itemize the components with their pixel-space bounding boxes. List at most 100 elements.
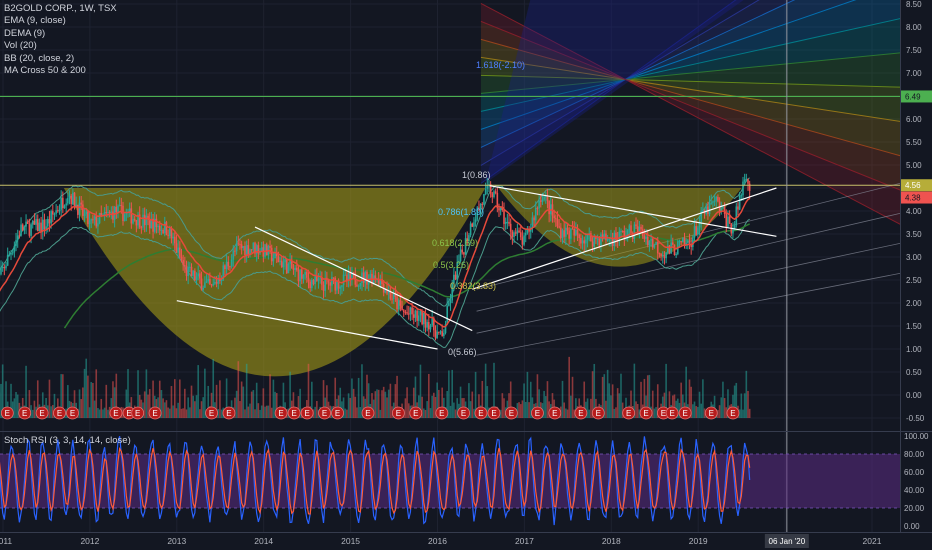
candle-body (35, 219, 37, 225)
candle-body (441, 331, 443, 337)
volume-bar (202, 397, 205, 418)
earnings-letter: E (535, 409, 540, 418)
price-tag-label: 4.38 (905, 194, 921, 203)
candle-body (493, 191, 495, 198)
candle-body (454, 274, 457, 280)
earnings-letter: E (278, 409, 283, 418)
volume-bar (182, 408, 184, 418)
volume-bar (48, 379, 51, 418)
legend-vol[interactable]: Vol (20) (4, 40, 117, 52)
earnings-letter: E (209, 409, 214, 418)
earnings-letter: E (413, 409, 418, 418)
volume-bar (570, 395, 572, 418)
candle-body (524, 233, 527, 236)
candle-body (356, 284, 358, 287)
volume-bar (107, 409, 109, 418)
stoch-legend[interactable]: Stoch RSI (3, 3, 14, 14, close) (4, 435, 131, 446)
candle-body (680, 241, 682, 243)
candle-body (364, 271, 367, 283)
earnings-letter: E (57, 409, 62, 418)
candle-body (180, 256, 183, 260)
candle-body (157, 225, 159, 228)
volume-bar (197, 365, 199, 418)
price-tick: 0.00 (906, 391, 922, 400)
volume-bar (655, 407, 657, 418)
candle-body (571, 228, 574, 230)
candle-body (312, 279, 315, 285)
legend-bb[interactable]: BB (20, close, 2) (4, 53, 117, 65)
candle-body (173, 236, 176, 244)
candle-body (194, 270, 196, 281)
earnings-letter: E (22, 409, 27, 418)
candle-body (650, 238, 652, 241)
volume-bar (695, 406, 697, 418)
candle-body (523, 235, 525, 245)
candle-body (733, 225, 736, 229)
volume-bar (85, 358, 88, 418)
volume-bar (745, 370, 748, 418)
earnings-letter: E (552, 409, 557, 418)
candle-body (618, 231, 621, 241)
earnings-letter: E (291, 409, 296, 418)
volume-bar (31, 409, 34, 418)
volume-bar (635, 401, 637, 418)
candle-body (578, 234, 581, 239)
earnings-letter: E (439, 409, 444, 418)
candle-body (431, 318, 433, 326)
candle-body (11, 252, 14, 254)
candle-body (108, 211, 111, 213)
candle-body (402, 310, 405, 313)
candle-body (167, 234, 169, 236)
candle-body (740, 195, 743, 197)
chart-canvas[interactable]: 0(5.66) 0.382(3.83) 0.5(3.26) 0.618(2.69) 0.… (0, 0, 932, 550)
candle-body (630, 225, 632, 233)
volume-bar (451, 369, 454, 418)
candle-body (10, 253, 12, 255)
legend-ema[interactable]: EMA (9, close) (4, 15, 117, 27)
volume-bar (259, 409, 261, 418)
volume-bar (742, 409, 744, 418)
volume-bar (720, 397, 723, 418)
volume-bar (426, 401, 428, 418)
candle-body (426, 322, 428, 328)
candle-body (708, 203, 711, 215)
volume-bar (184, 388, 186, 418)
legend-dema[interactable]: DEMA (9) (4, 28, 117, 40)
volume-bar (103, 407, 106, 418)
candle-body (506, 221, 509, 223)
candle-body (697, 227, 699, 235)
candle-body (55, 210, 57, 214)
candle-body (518, 230, 520, 233)
volume-bar (359, 407, 362, 418)
candle-body (311, 279, 313, 289)
legend-ma-cross[interactable]: MA Cross 50 & 200 (4, 65, 117, 77)
legend-symbol[interactable]: B2GOLD CORP., 1W, TSX (4, 3, 117, 15)
candle-body (392, 293, 395, 299)
volume-bar (608, 383, 611, 418)
candle-body (190, 266, 193, 276)
volume-bar (264, 406, 266, 418)
candle-body (115, 206, 118, 213)
candle-body (53, 213, 56, 215)
volume-bar (105, 384, 108, 418)
volume-bar (269, 374, 271, 418)
volume-bar (692, 404, 694, 418)
earnings-letter: E (365, 409, 370, 418)
volume-bar (606, 369, 609, 418)
volume-bar (100, 398, 103, 418)
candle-body (212, 283, 215, 286)
candle-body (660, 253, 662, 256)
volume-bar (173, 379, 176, 418)
stoch-tick: 80.00 (904, 450, 925, 459)
volume-bar (92, 382, 94, 418)
volume-bar (524, 401, 527, 418)
candle-body (570, 228, 572, 239)
volume-bar (518, 402, 520, 418)
candle-body (28, 223, 31, 236)
volume-bar (565, 408, 567, 418)
volume-bar (431, 395, 433, 418)
volume-bar (13, 398, 16, 418)
earnings-letter: E (304, 409, 309, 418)
earnings-letter: E (509, 409, 514, 418)
candle-body (60, 197, 62, 210)
